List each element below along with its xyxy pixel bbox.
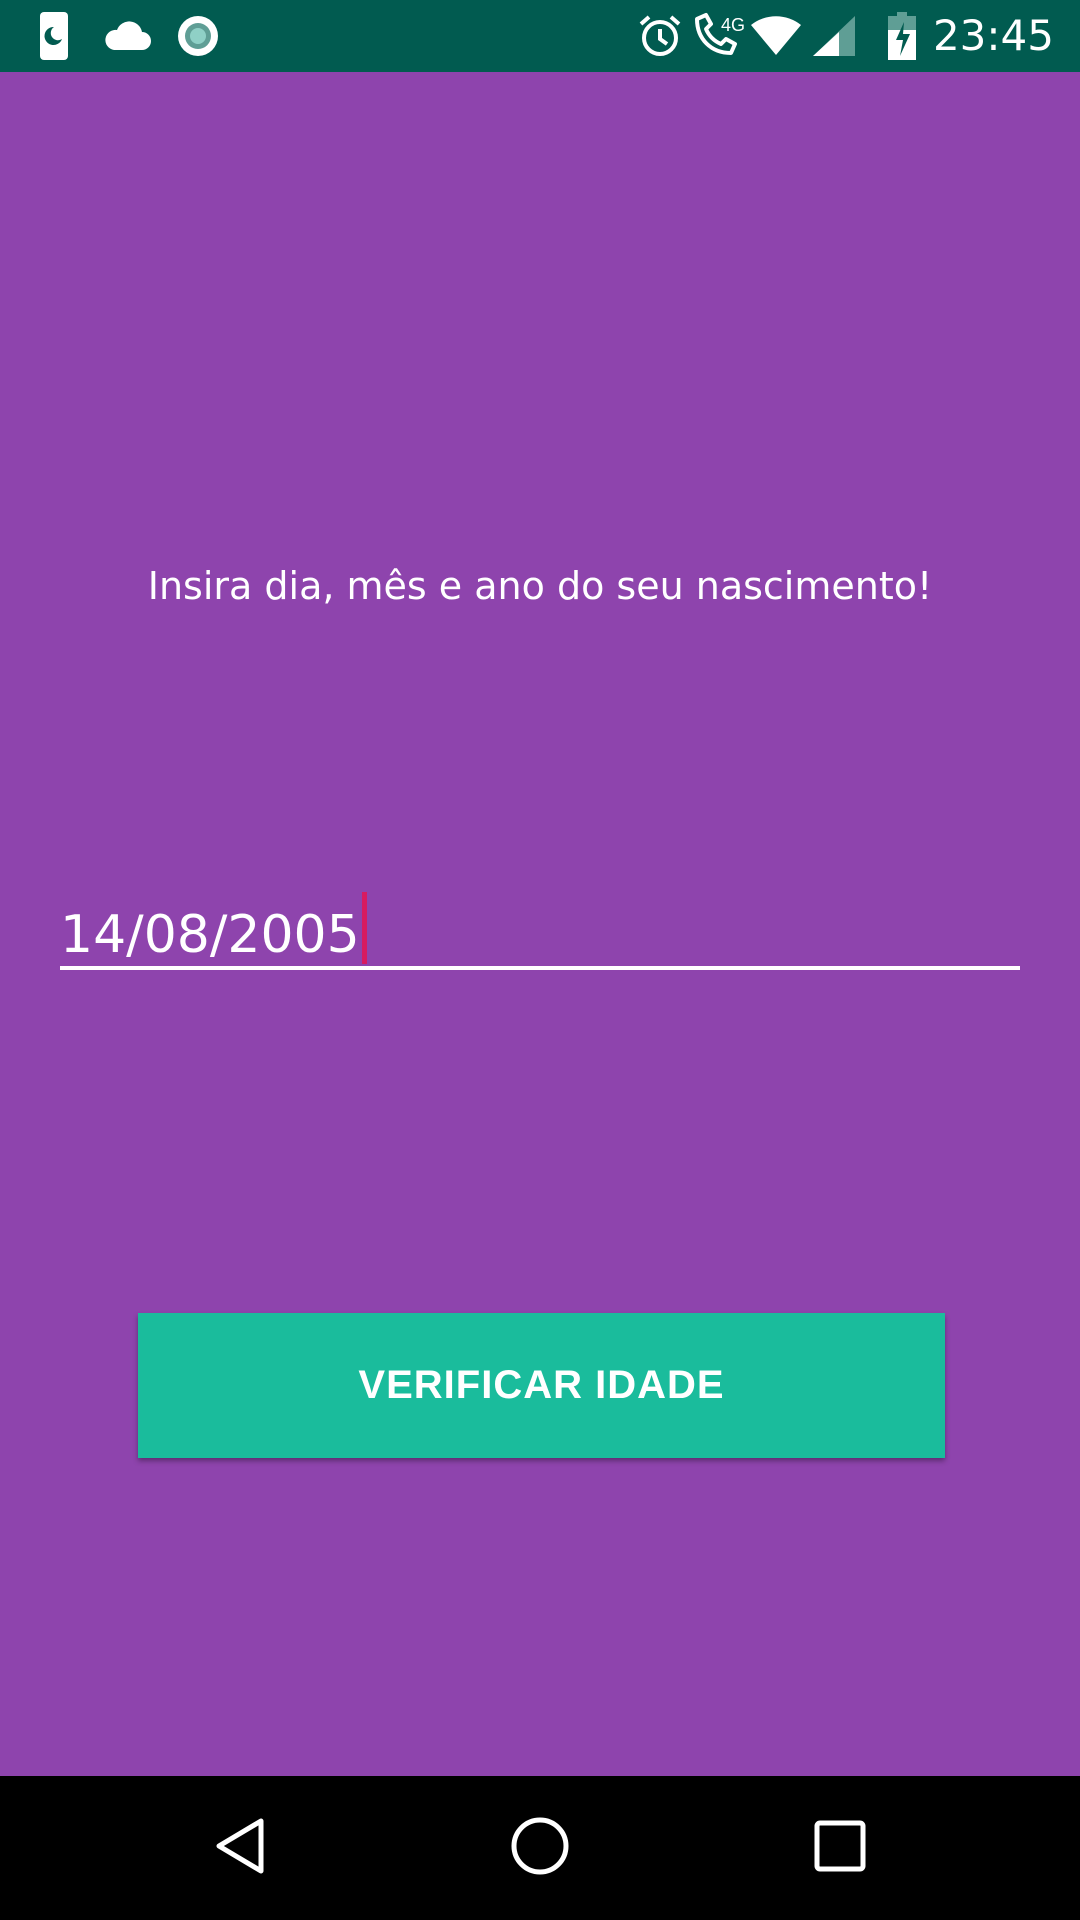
home-button[interactable] bbox=[470, 1776, 610, 1920]
alarm-icon bbox=[636, 0, 684, 72]
record-icon bbox=[174, 0, 222, 72]
status-clock: 23:45 bbox=[932, 11, 1054, 60]
navigation-bar bbox=[0, 1776, 1080, 1920]
back-icon bbox=[213, 1817, 267, 1879]
back-button[interactable] bbox=[170, 1776, 310, 1920]
birthdate-prompt: Insira dia, mês e ano do seu nascimento! bbox=[147, 564, 933, 608]
status-bar: 4G 23:45 bbox=[0, 0, 1080, 72]
text-cursor bbox=[361, 892, 367, 964]
signal-icon bbox=[810, 0, 858, 72]
home-icon bbox=[510, 1816, 570, 1880]
cloud-icon bbox=[100, 0, 154, 72]
phone-moon-icon bbox=[36, 0, 72, 72]
call-4g-icon: 4G bbox=[690, 0, 752, 72]
birthdate-input-value: 14/08/2005 bbox=[60, 905, 360, 965]
recents-button[interactable] bbox=[770, 1776, 910, 1920]
birthdate-input-value-wrap: 14/08/2005 bbox=[60, 892, 367, 970]
battery-charging-icon bbox=[886, 0, 918, 72]
svg-text:4G: 4G bbox=[721, 15, 745, 35]
verify-age-button[interactable]: VERIFICAR IDADE bbox=[138, 1313, 945, 1458]
wifi-icon bbox=[748, 0, 804, 72]
app-screen: 4G 23:45 Insira dia, mês e ano do seu na bbox=[0, 0, 1080, 1920]
recents-icon bbox=[814, 1820, 866, 1876]
birthdate-input[interactable]: 14/08/2005 bbox=[60, 878, 1020, 970]
